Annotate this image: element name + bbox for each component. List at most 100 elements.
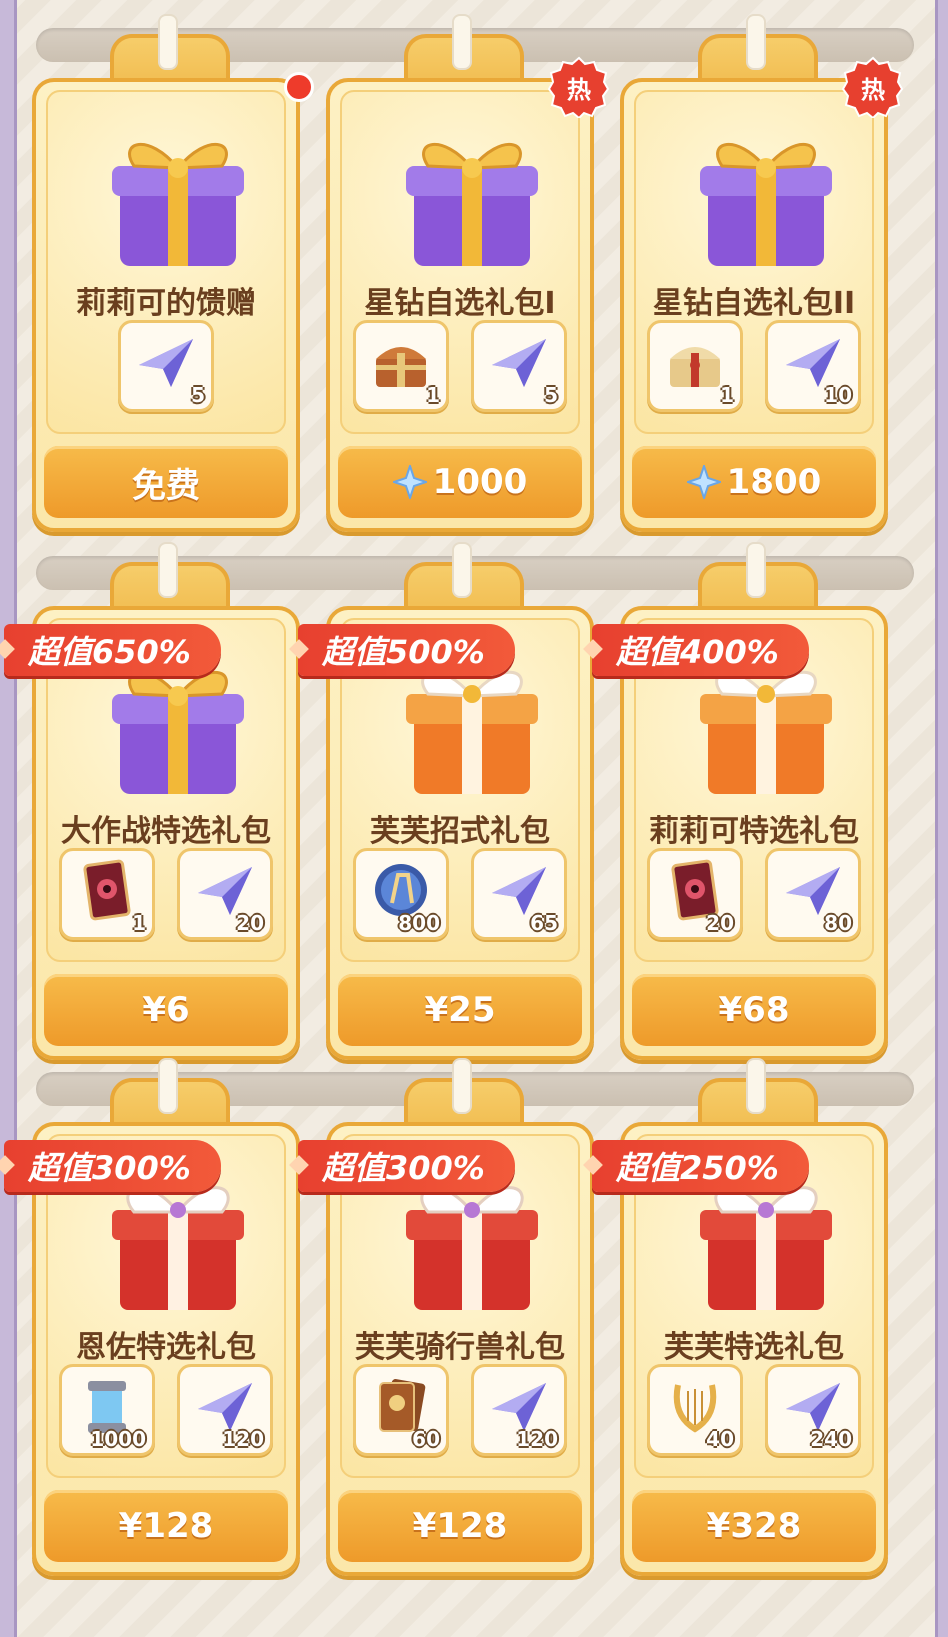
item-quantity: 65 (530, 911, 558, 935)
reward-item[interactable]: 60 (353, 1364, 449, 1456)
pack-name: 恩佐特选礼包 (76, 1330, 256, 1365)
reward-list: 1 10 (636, 320, 872, 412)
reward-item[interactable]: 240 (765, 1364, 861, 1456)
reward-item[interactable]: 1 (647, 320, 743, 412)
reward-item[interactable]: 1000 (59, 1364, 155, 1456)
reward-item[interactable]: 40 (647, 1364, 743, 1456)
reward-item[interactable]: 120 (471, 1364, 567, 1456)
item-quantity: 240 (810, 1427, 852, 1451)
item-quantity: 5 (544, 383, 558, 407)
card-body: 莉莉可的馈赠 5 免费 (32, 78, 300, 532)
pack-name: 芙芙特选礼包 (664, 1330, 844, 1365)
gift-pack-card[interactable]: 恩佐特选礼包 1000 120 ¥128 超值300% (4, 1058, 300, 1576)
item-quantity: 1000 (90, 1427, 146, 1451)
price-button[interactable]: ¥128 (44, 1490, 288, 1562)
price-label: 1800 (726, 462, 822, 502)
hanger-peg (746, 1058, 766, 1114)
reward-item[interactable]: 20 (647, 848, 743, 940)
hanger-peg (452, 542, 472, 598)
pack-name: 芙芙招式礼包 (370, 814, 550, 849)
reward-item[interactable]: 20 (177, 848, 273, 940)
hot-badge: 热 (841, 56, 904, 120)
star-diamond-icon (392, 465, 427, 499)
pack-name: 星钻自选礼包I (364, 286, 556, 321)
reward-list: 1000 120 (48, 1364, 284, 1456)
price-button[interactable]: 1000 (338, 446, 582, 518)
pack-name: 芙芙骑行兽礼包 (355, 1330, 565, 1365)
hanger-peg (452, 1058, 472, 1114)
pack-name: 莉莉可的馈赠 (76, 286, 256, 321)
reward-item[interactable]: 1 (353, 320, 449, 412)
hanger-peg (452, 14, 472, 70)
price-button[interactable]: ¥328 (632, 1490, 876, 1562)
price-label: 免费 (132, 465, 200, 506)
reward-list: 800 65 (342, 848, 578, 940)
hanger-peg (746, 14, 766, 70)
card-panel: 星钻自选礼包II 1 10 (634, 90, 874, 434)
gift-pack-card[interactable]: 星钻自选礼包I 1 5 1000 热 (326, 14, 610, 532)
pack-name: 莉莉可特选礼包 (649, 814, 859, 849)
reward-list: 20 80 (636, 848, 872, 940)
price-button[interactable]: ¥128 (338, 1490, 582, 1562)
item-quantity: 80 (824, 911, 852, 935)
price-label: ¥68 (718, 990, 790, 1030)
reward-list: 1 5 (342, 320, 578, 412)
reward-list: 60 120 (342, 1364, 578, 1456)
hot-badge: 热 (547, 56, 610, 120)
gift-pack-card[interactable]: 芙芙骑行兽礼包 60 120 ¥128 超值300% (298, 1058, 594, 1576)
purple-gift-box-icon (392, 122, 552, 272)
value-ribbon: 超值250% (592, 1140, 809, 1192)
reward-item[interactable]: 10 (765, 320, 861, 412)
price-label: ¥6 (142, 990, 190, 1030)
reward-item[interactable]: 65 (471, 848, 567, 940)
price-button[interactable]: ¥68 (632, 974, 876, 1046)
item-quantity: 10 (824, 383, 852, 407)
gift-pack-card[interactable]: 芙芙招式礼包 800 65 ¥25 超值500% (298, 542, 594, 1060)
gift-pack-card[interactable]: 莉莉可的馈赠 5 免费 (32, 14, 314, 532)
pack-name: 大作战特选礼包 (61, 814, 271, 849)
price-button[interactable]: 1800 (632, 446, 876, 518)
hanger-peg (158, 1058, 178, 1114)
item-quantity: 20 (706, 911, 734, 935)
hanger-peg (746, 542, 766, 598)
notification-dot (284, 72, 314, 102)
price-label: ¥25 (424, 990, 496, 1030)
reward-item[interactable]: 1 (59, 848, 155, 940)
item-quantity: 120 (516, 1427, 558, 1451)
hanger-peg (158, 542, 178, 598)
reward-list: 1 20 (48, 848, 284, 940)
value-ribbon: 超值650% (4, 624, 221, 676)
item-quantity: 800 (398, 911, 440, 935)
item-quantity: 1 (132, 911, 146, 935)
right-frame (935, 0, 948, 1637)
value-ribbon: 超值300% (298, 1140, 515, 1192)
value-ribbon: 超值300% (4, 1140, 221, 1192)
item-quantity: 60 (412, 1427, 440, 1451)
value-ribbon: 超值400% (592, 624, 809, 676)
item-quantity: 40 (706, 1427, 734, 1451)
pack-name: 星钻自选礼包II (652, 286, 856, 321)
hot-label: 热 (861, 76, 885, 104)
item-quantity: 1 (720, 383, 734, 407)
item-quantity: 1 (426, 383, 440, 407)
card-panel: 星钻自选礼包I 1 5 (340, 90, 580, 434)
gift-pack-card[interactable]: 莉莉可特选礼包 20 80 ¥68 超值400% (592, 542, 888, 1060)
price-button[interactable]: ¥25 (338, 974, 582, 1046)
reward-item[interactable]: 80 (765, 848, 861, 940)
gift-pack-card[interactable]: 星钻自选礼包II 1 10 1800 热 (620, 14, 904, 532)
card-body: 星钻自选礼包II 1 10 1800 (620, 78, 888, 532)
gift-pack-card[interactable]: 芙芙特选礼包 40 240 ¥328 超值250% (592, 1058, 888, 1576)
item-quantity: 20 (236, 911, 264, 935)
hanger-peg (158, 14, 178, 70)
price-button[interactable]: 免费 (44, 446, 288, 518)
price-label: ¥128 (118, 1506, 214, 1546)
reward-item[interactable]: 120 (177, 1364, 273, 1456)
item-quantity: 5 (191, 383, 205, 407)
gift-pack-card[interactable]: 大作战特选礼包 1 20 ¥6 超值650% (4, 542, 300, 1060)
item-quantity: 120 (222, 1427, 264, 1451)
reward-item[interactable]: 800 (353, 848, 449, 940)
reward-item[interactable]: 5 (118, 320, 214, 412)
purple-gift-box-icon (98, 122, 258, 272)
price-button[interactable]: ¥6 (44, 974, 288, 1046)
reward-item[interactable]: 5 (471, 320, 567, 412)
